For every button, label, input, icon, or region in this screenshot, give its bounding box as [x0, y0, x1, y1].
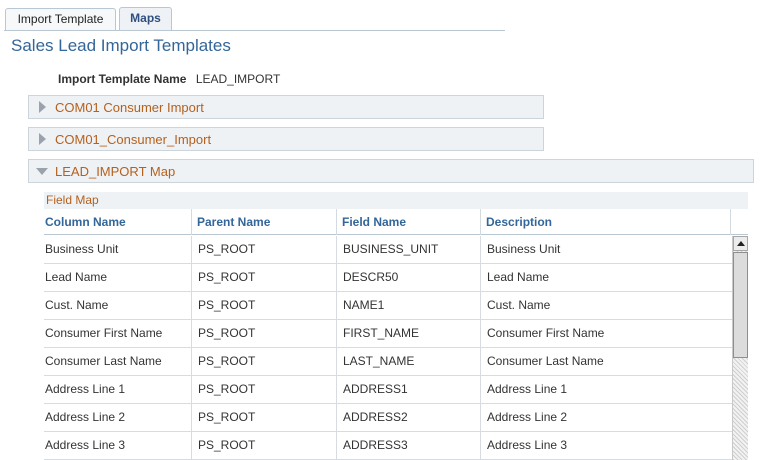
- column-header-description[interactable]: Description: [480, 209, 730, 235]
- column-header-field-name[interactable]: Field Name: [336, 209, 480, 235]
- cell-field-name: ADDRESS2: [336, 404, 480, 432]
- column-header-column-name[interactable]: Column Name: [44, 209, 191, 235]
- cell-parent-name: PS_ROOT: [191, 376, 336, 404]
- cell-column-name: Lead Name: [45, 270, 108, 284]
- cell-field-name: FIRST_NAME: [336, 320, 480, 348]
- cell-description: Cust. Name: [480, 292, 732, 320]
- cell-parent-name: PS_ROOT: [191, 404, 336, 432]
- scroll-thumb[interactable]: [733, 252, 748, 358]
- cell-column-name: Cust. Name: [45, 298, 109, 312]
- table-row: Consumer First Name PS_ROOT FIRST_NAME C…: [44, 320, 732, 348]
- import-template-name-label: Import Template Name: [58, 72, 187, 86]
- section-label: LEAD_IMPORT Map: [55, 164, 176, 179]
- tab-bar: Import Template Maps: [0, 0, 763, 32]
- field-map-caption: Field Map: [44, 192, 748, 209]
- import-template-name-value: LEAD_IMPORT: [195, 72, 281, 86]
- tab-import-template-label: Import Template: [17, 12, 104, 26]
- collapse-arrow-icon: [36, 168, 48, 175]
- cell-description: Address Line 1: [480, 376, 732, 404]
- table-row: Consumer Last Name PS_ROOT LAST_NAME Con…: [44, 348, 732, 376]
- cell-parent-name: PS_ROOT: [191, 432, 336, 460]
- cell-field-name: LAST_NAME: [336, 348, 480, 376]
- section-lead-import-map[interactable]: LEAD_IMPORT Map: [28, 159, 754, 183]
- cell-column-name: Address Line 1: [45, 382, 126, 396]
- expand-arrow-icon: [39, 133, 46, 145]
- cell-field-name: NAME1: [336, 292, 480, 320]
- table-row: Cust. Name PS_ROOT NAME1 Cust. Name: [44, 292, 732, 320]
- grid-scrollbar[interactable]: [732, 236, 748, 460]
- table-row: Address Line 1 PS_ROOT ADDRESS1 Address …: [44, 376, 732, 404]
- tab-maps-label: Maps: [130, 11, 161, 25]
- cell-field-name: ADDRESS3: [336, 432, 480, 460]
- cell-field-name: DESCR50: [336, 264, 480, 292]
- tab-divider: [4, 30, 505, 31]
- cell-column-name: Consumer First Name: [45, 326, 163, 340]
- table-row: Business Unit PS_ROOT BUSINESS_UNIT Busi…: [44, 236, 732, 264]
- field-map-grid: Business Unit PS_ROOT BUSINESS_UNIT Busi…: [44, 236, 732, 460]
- scroll-up-arrow-icon: [737, 241, 745, 246]
- section-com01-consumer-import[interactable]: COM01 Consumer Import: [28, 95, 544, 119]
- cell-parent-name: PS_ROOT: [191, 292, 336, 320]
- column-header-spacer: [730, 209, 748, 235]
- cell-parent-name: PS_ROOT: [191, 348, 336, 376]
- section-label: COM01_Consumer_Import: [55, 132, 212, 147]
- cell-parent-name: PS_ROOT: [191, 264, 336, 292]
- section-label: COM01 Consumer Import: [55, 100, 204, 115]
- cell-description: Address Line 3: [480, 432, 732, 460]
- field-map-header: Column Name Parent Name Field Name Descr…: [44, 209, 748, 235]
- scroll-up-button[interactable]: [733, 236, 748, 251]
- table-row: Address Line 3 PS_ROOT ADDRESS3 Address …: [44, 432, 732, 460]
- cell-description: Consumer Last Name: [480, 348, 732, 376]
- cell-column-name: Address Line 3: [45, 438, 126, 452]
- tab-maps[interactable]: Maps: [119, 7, 172, 31]
- cell-description: Consumer First Name: [480, 320, 732, 348]
- column-header-parent-name[interactable]: Parent Name: [191, 209, 336, 235]
- cell-description: Business Unit: [480, 236, 732, 264]
- tab-import-template[interactable]: Import Template: [5, 8, 116, 31]
- cell-column-name: Address Line 2: [45, 410, 126, 424]
- page-title: Sales Lead Import Templates: [11, 36, 231, 55]
- cell-description: Lead Name: [480, 264, 732, 292]
- table-row: Address Line 2 PS_ROOT ADDRESS2 Address …: [44, 404, 732, 432]
- cell-field-name: ADDRESS1: [336, 376, 480, 404]
- import-template-name-row: Import Template Name LEAD_IMPORT: [58, 72, 280, 86]
- cell-description: Address Line 2: [480, 404, 732, 432]
- cell-column-name: Business Unit: [45, 242, 119, 256]
- cell-column-name: Consumer Last Name: [45, 354, 162, 368]
- section-com01-consumer-import-underscore[interactable]: COM01_Consumer_Import: [28, 127, 544, 151]
- table-row: Lead Name PS_ROOT DESCR50 Lead Name: [44, 264, 732, 292]
- expand-arrow-icon: [39, 101, 46, 113]
- cell-parent-name: PS_ROOT: [191, 320, 336, 348]
- cell-parent-name: PS_ROOT: [191, 236, 336, 264]
- cell-field-name: BUSINESS_UNIT: [336, 236, 480, 264]
